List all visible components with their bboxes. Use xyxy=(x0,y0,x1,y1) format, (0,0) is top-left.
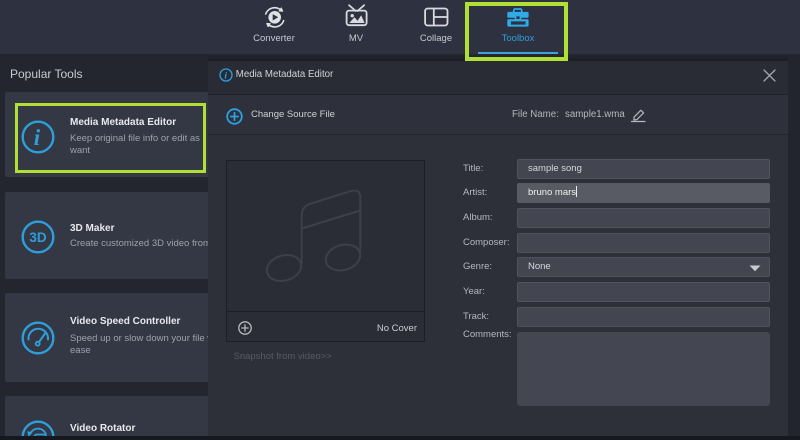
svg-text:3D: 3D xyxy=(29,230,47,245)
svg-text:i: i xyxy=(224,72,227,82)
